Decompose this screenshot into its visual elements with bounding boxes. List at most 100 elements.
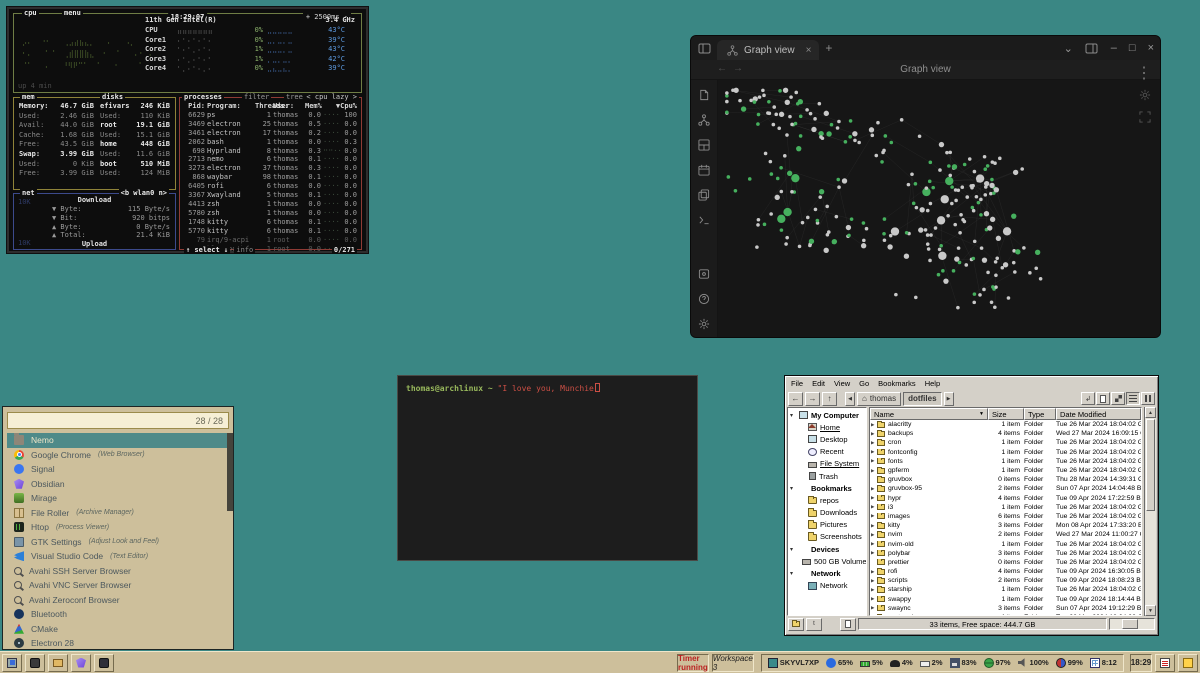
tray-item[interactable]: 100% bbox=[1018, 658, 1049, 668]
process-row[interactable]: 3367 Xwayland 5 thomas 0.1 ···· 0.0 bbox=[180, 191, 361, 200]
row-expander-icon[interactable]: ▶ bbox=[870, 495, 877, 501]
file-row[interactable]: prettier 0 items Folder Tue 26 Mar 2024 … bbox=[870, 558, 1141, 567]
breadcrumb-current[interactable]: dotfiles bbox=[903, 392, 941, 406]
file-row[interactable]: ▶ fonts 1 item Folder Tue 26 Mar 2024 18… bbox=[870, 457, 1141, 466]
sidebar-tree-item[interactable]: Screenshots bbox=[790, 531, 866, 543]
close-button[interactable]: × bbox=[1148, 42, 1154, 54]
right-sidebar-toggle-icon[interactable] bbox=[1085, 41, 1099, 55]
sidebar-tree-item[interactable]: Pictures bbox=[790, 519, 866, 531]
btop-disks-tab[interactable]: disks bbox=[100, 93, 125, 101]
col-cpu[interactable]: ▼Cpu% bbox=[333, 102, 357, 111]
sidebar-tree-item[interactable]: Desktop bbox=[790, 433, 866, 445]
tray-item[interactable]: 2% bbox=[920, 658, 943, 667]
sidebar-tree-item[interactable]: ▾ Bookmarks bbox=[790, 482, 866, 494]
menu-item[interactable]: Help bbox=[925, 379, 940, 388]
column-header-type[interactable]: Type bbox=[1024, 408, 1056, 420]
launcher-item[interactable]: Nemo bbox=[7, 433, 229, 448]
process-row[interactable]: 1748 kitty 6 thomas 0.1 ···· 0.0 bbox=[180, 218, 361, 227]
row-expander-icon[interactable]: ▶ bbox=[870, 504, 877, 510]
launcher-button[interactable] bbox=[48, 654, 68, 672]
sidebar-tree-item[interactable]: Recent bbox=[790, 446, 866, 458]
process-row[interactable]: 3469 electron 25 thomas 0.5 ···· 0.0 bbox=[180, 120, 361, 129]
sidebar-tree-item[interactable]: ▾ Devices bbox=[790, 543, 866, 555]
row-expander-icon[interactable]: ▶ bbox=[870, 578, 877, 584]
launcher-item[interactable]: File Roller (Archive Manager) bbox=[7, 506, 229, 521]
sidebar-tree-item[interactable]: ▾ Network bbox=[790, 567, 866, 579]
process-filter-button[interactable]: filter bbox=[242, 93, 271, 101]
graph-expand-icon[interactable] bbox=[1138, 110, 1152, 124]
launcher-item[interactable]: Signal bbox=[7, 462, 229, 477]
launcher-item[interactable]: Bluetooth bbox=[7, 607, 229, 622]
scroll-up-icon[interactable]: ▲ bbox=[1145, 407, 1156, 418]
file-row[interactable]: ▶ polybar 3 items Folder Tue 26 Mar 2024… bbox=[870, 549, 1141, 558]
show-sidepane-button[interactable] bbox=[788, 618, 804, 631]
tree-expander-icon[interactable]: ▾ bbox=[790, 412, 796, 419]
templates-icon[interactable] bbox=[697, 188, 711, 202]
process-info-control[interactable]: info bbox=[234, 246, 255, 254]
sidebar-tree-item[interactable]: Downloads bbox=[790, 507, 866, 519]
clock[interactable]: 18:29 bbox=[1130, 654, 1152, 672]
sidebar-tree-item[interactable]: Trash bbox=[790, 470, 866, 482]
launcher-item[interactable]: Avahi Zeroconf Browser bbox=[7, 593, 229, 608]
file-row[interactable]: ▶ gpferm 1 item Folder Tue 26 Mar 2024 1… bbox=[870, 466, 1141, 475]
process-row[interactable]: 6405 rofi 6 thomas 0.0 ···· 0.0 bbox=[180, 182, 361, 191]
process-sort-control[interactable]: < cpu lazy > bbox=[304, 93, 359, 101]
launcher-item[interactable]: Avahi VNC Server Browser bbox=[7, 578, 229, 593]
processes-tab[interactable]: processes bbox=[182, 93, 224, 101]
row-expander-icon[interactable]: ▶ bbox=[870, 587, 877, 593]
menu-item[interactable]: Bookmarks bbox=[878, 379, 916, 388]
file-row[interactable]: ▶ rofi 4 items Folder Tue 09 Apr 2024 16… bbox=[870, 567, 1141, 576]
file-row[interactable]: ▶ nvim-old 1 item Folder Tue 26 Mar 2024… bbox=[870, 539, 1141, 548]
graph-view-icon[interactable] bbox=[697, 113, 711, 127]
btop-cpu-tab[interactable]: cpu bbox=[22, 9, 39, 17]
process-row[interactable]: 3273 electron 37 thomas 0.3 ···· 0.0 bbox=[180, 164, 361, 173]
file-row[interactable]: ▶ hypr 4 items Folder Tue 09 Apr 2024 17… bbox=[870, 494, 1141, 503]
col-pid[interactable]: Pid: bbox=[183, 102, 205, 111]
launcher-item[interactable]: CMake bbox=[7, 622, 229, 637]
open-terminal-button[interactable]: ↲ bbox=[1081, 392, 1095, 405]
file-row[interactable]: ▶ gruvbox-95 2 items Folder Sun 07 Apr 2… bbox=[870, 484, 1141, 493]
process-row[interactable]: 698 Hyprland 8 thomas 0.3 ⠒⠒·· 0.0 bbox=[180, 147, 361, 156]
btop-mem-tab[interactable]: mem bbox=[20, 93, 37, 101]
row-expander-icon[interactable]: ▶ bbox=[870, 569, 877, 575]
col-mem[interactable]: Mem% bbox=[305, 102, 321, 111]
maximize-button[interactable]: □ bbox=[1129, 42, 1136, 54]
tray-item[interactable]: 65% bbox=[826, 658, 853, 668]
launcher-item[interactable]: Electron 28 bbox=[7, 636, 229, 651]
hscrollbar-thumb[interactable] bbox=[1122, 619, 1138, 629]
show-hidden-button[interactable] bbox=[840, 618, 856, 631]
sidebar-tree-item[interactable]: 500 GB Volume bbox=[790, 555, 866, 567]
row-expander-icon[interactable]: ▶ bbox=[870, 440, 877, 446]
process-row[interactable]: 6629 ps 1 thomas 0.0 ···· 100 bbox=[180, 111, 361, 120]
row-expander-icon[interactable]: ▶ bbox=[870, 523, 877, 529]
launcher-scrollbar[interactable] bbox=[227, 433, 233, 511]
row-expander-icon[interactable]: ▶ bbox=[870, 541, 877, 547]
column-header-size[interactable]: Size bbox=[988, 408, 1024, 420]
process-row[interactable]: 5770 kitty 6 thomas 0.1 ···· 0.0 bbox=[180, 227, 361, 236]
row-expander-icon[interactable]: ▶ bbox=[870, 550, 877, 556]
vertical-scrollbar[interactable]: ▲ ▼ bbox=[1144, 407, 1156, 616]
menu-item[interactable]: Go bbox=[859, 379, 869, 388]
timer-indicator[interactable]: Timer running bbox=[677, 654, 709, 672]
terminal-window[interactable]: thomas@archlinux ~ "I love you, Munchie bbox=[397, 375, 698, 561]
launcher-button[interactable] bbox=[2, 654, 22, 672]
show-tree-button[interactable]: t bbox=[806, 618, 822, 631]
column-header-name[interactable]: Name▼ bbox=[870, 408, 988, 420]
up-button[interactable]: ↑ bbox=[822, 392, 837, 406]
col-user[interactable]: User: bbox=[273, 102, 303, 111]
file-row[interactable]: ▶ backups 4 items Folder Wed 27 Mar 2024… bbox=[870, 429, 1141, 438]
daily-note-icon[interactable] bbox=[697, 163, 711, 177]
workspace-indicator[interactable]: Workspace 3 bbox=[712, 654, 754, 672]
file-row[interactable]: ▶ kitty 3 items Folder Mon 08 Apr 2024 1… bbox=[870, 521, 1141, 530]
file-row[interactable]: ▶ fontconfig 1 item Folder Tue 26 Mar 20… bbox=[870, 448, 1141, 457]
tab-list-icon[interactable]: ⌄ bbox=[1064, 42, 1073, 55]
process-row[interactable]: 4413 zsh 1 thomas 0.0 ···· 0.0 bbox=[180, 200, 361, 209]
sidebar-tree-item[interactable]: Network bbox=[790, 580, 866, 592]
btop-net-tab[interactable]: net bbox=[20, 189, 37, 197]
col-program[interactable]: Program: bbox=[207, 102, 253, 111]
tray-app-button[interactable] bbox=[1155, 654, 1175, 672]
launcher-item[interactable]: Avahi SSH Server Browser bbox=[7, 564, 229, 579]
file-row[interactable]: ▶ scripts 2 items Folder Tue 09 Apr 2024… bbox=[870, 576, 1141, 585]
tab-close-icon[interactable]: × bbox=[806, 45, 812, 56]
process-row[interactable]: 2062 bash 1 thomas 0.0 ···· 0.3 bbox=[180, 138, 361, 147]
